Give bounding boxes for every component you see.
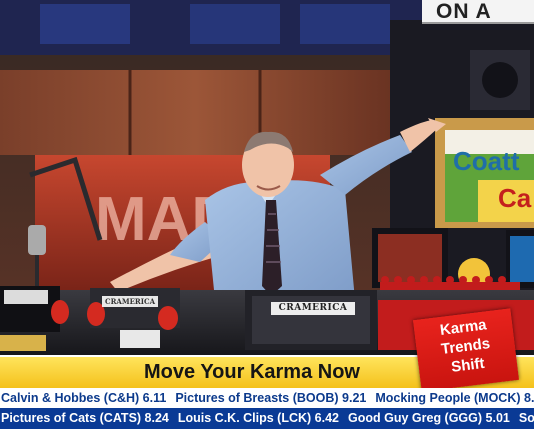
desk-book [0,335,46,351]
ticker-top: Calvin & Hobbes (C&H) 6.11 Pictures of Br… [0,388,534,409]
blue-panel [40,4,130,44]
ticker-item: Pictures of Breasts (BOOB) 9.21 [175,391,367,405]
desk-paper [120,330,160,348]
ticker-item: Pictures of Cats (CATS) 8.24 [1,411,169,425]
monitor-label: CRAMERICA [271,302,355,315]
side-screen-text: Coatt [453,147,520,175]
ticker-bottom: Pictures of Cats (CATS) 8.24 Louis C.K. C… [0,408,534,429]
karma-badge: Karma Trends Shift [412,308,520,392]
side-screen-text-2: Ca [498,184,532,212]
studio-sign: ON A [422,0,534,24]
ticker-item: Calvin & Hobbes (C&H) 6.11 [1,391,167,405]
blue-panel [190,4,280,44]
wood-panel [0,70,390,155]
ticker-item: Good Guy Greg (GGG) 5.01 [348,411,510,425]
desk-label: CRAMERICA [102,296,158,307]
blue-panel [300,4,390,44]
ticker-item: Mocking People (MOCK) 8.1 [375,391,534,405]
ticker-item: So [518,411,534,425]
tv-screenshot: MAD ON A Coatt Ca CRAMERICA CRAMERICA Mo… [0,0,534,429]
ticker-item: Louis C.K. Clips (LCK) 6.42 [177,411,340,425]
